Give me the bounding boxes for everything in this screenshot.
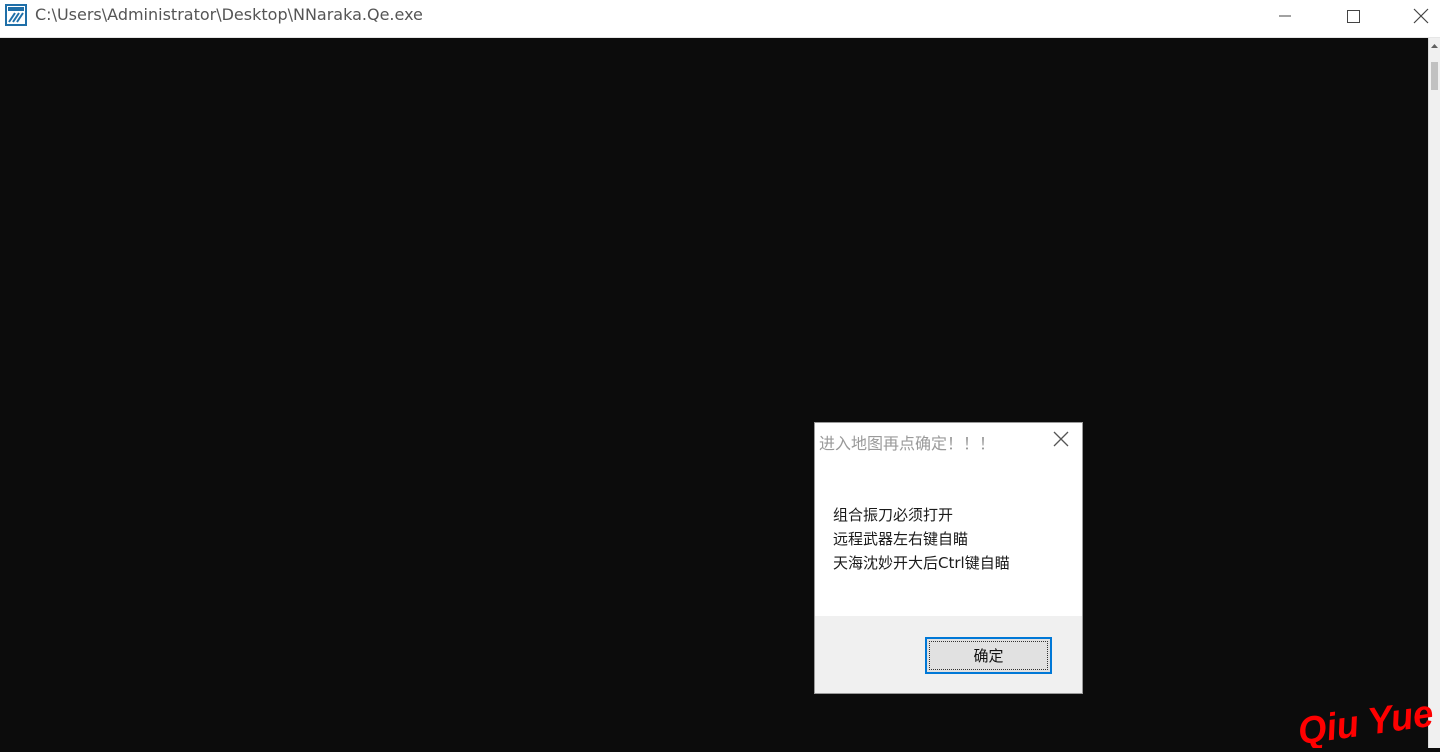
console-output-area[interactable] <box>0 38 1428 748</box>
dialog-close-button[interactable] <box>1049 429 1073 453</box>
minimize-icon <box>1277 8 1293 24</box>
focus-ring <box>929 641 1048 670</box>
close-icon <box>1413 8 1429 24</box>
dialog-button-area: 确定 <box>815 616 1082 693</box>
minimize-button[interactable] <box>1262 0 1308 32</box>
window-close-button[interactable] <box>1398 0 1440 32</box>
maximize-icon <box>1345 8 1361 24</box>
message-line: 组合振刀必须打开 <box>833 506 954 524</box>
message-line: 天海沈妙开大后Ctrl键自瞄 <box>833 554 1010 572</box>
dialog-message: 组合振刀必须打开 远程武器左右键自瞄 天海沈妙开大后Ctrl键自瞄 <box>833 503 1073 575</box>
vertical-scrollbar[interactable] <box>1428 38 1440 748</box>
window-title: C:\Users\Administrator\Desktop\NNaraka.Q… <box>35 5 423 24</box>
dialog-title: 进入地图再点确定！！！ <box>819 434 996 453</box>
svg-text:Qiu Yue: Qiu Yue <box>1296 693 1436 748</box>
maximize-button[interactable] <box>1330 0 1376 32</box>
message-box-dialog: 进入地图再点确定！！！ 组合振刀必须打开 远程武器左右键自瞄 天海沈妙开大后Ct… <box>814 422 1083 694</box>
scrollbar-thumb[interactable] <box>1431 62 1438 90</box>
watermark-logo: Qiu Yue <box>1295 685 1440 752</box>
scroll-up-arrow-icon[interactable] <box>1429 38 1440 54</box>
close-icon <box>1052 430 1070 452</box>
ok-button[interactable]: 确定 <box>925 637 1052 674</box>
window-titlebar[interactable]: C:\Users\Administrator\Desktop\NNaraka.Q… <box>0 0 1440 38</box>
console-app-icon <box>5 4 27 26</box>
message-line: 远程武器左右键自瞄 <box>833 530 969 548</box>
